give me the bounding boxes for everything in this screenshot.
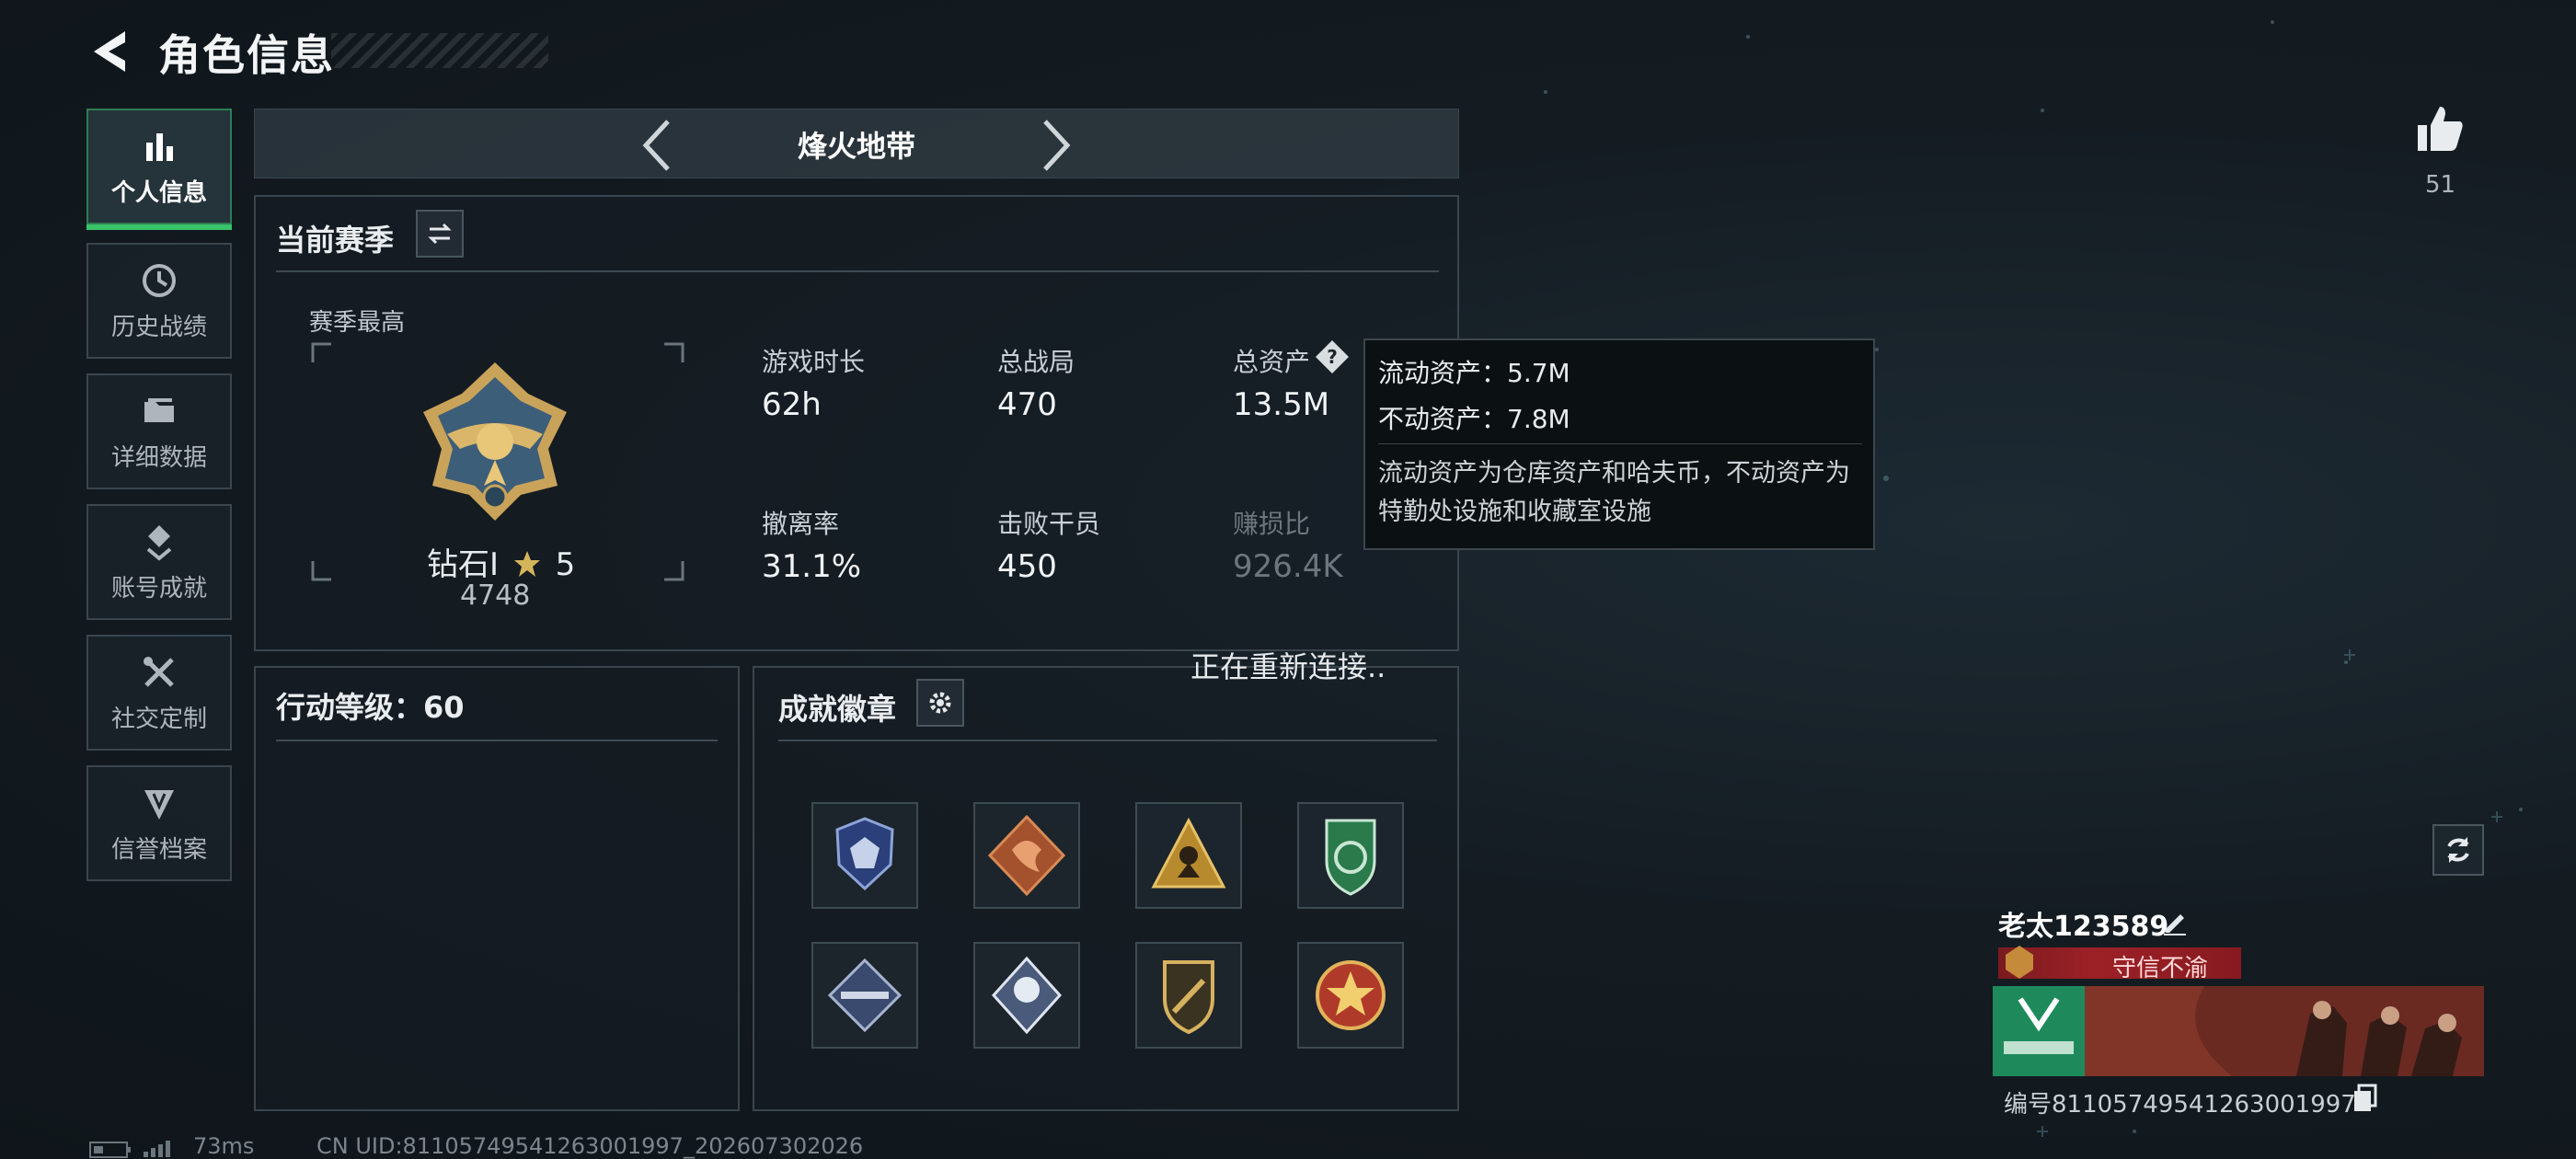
nav-item-detailed-data[interactable]: 详细数据	[86, 373, 232, 489]
nav-item-label: 个人信息	[110, 178, 207, 207]
red-star-badge-icon	[1316, 960, 1386, 1030]
nav-item-personal-info[interactable]: 个人信息	[86, 109, 232, 230]
player-banner-image	[1993, 986, 2484, 1076]
player-title: 守信不渝	[2112, 955, 2209, 982]
edit-pencil-icon[interactable]	[2160, 907, 2190, 936]
stat-label-extraction-rate: 撤离率	[762, 509, 840, 539]
badge-slot[interactable]	[973, 802, 1080, 909]
stat-value-total-matches: 470	[997, 386, 1057, 423]
uid-text: CN UID:811057495412630019​97_20260730202…	[316, 1133, 864, 1159]
player-name: 老太123589	[1998, 911, 2169, 943]
switch-season-button[interactable]	[416, 210, 464, 258]
action-level-title: 行动等级：60	[276, 690, 465, 725]
nav-item-label: 账号成就	[110, 574, 207, 602]
refresh-icon	[2447, 837, 2469, 863]
tooltip-liquid-assets: 流动资产：5.7M	[1378, 358, 1570, 388]
rifle-badge-icon	[827, 958, 903, 1033]
stat-value-profit-ratio: 926.4K	[1233, 548, 1343, 585]
achievement-icon	[146, 524, 172, 561]
badge-slot[interactable]	[811, 942, 918, 1049]
history-icon	[143, 263, 176, 297]
stat-label-kills: 击败干员	[997, 509, 1101, 539]
diamond-rank-emblem-icon	[423, 362, 567, 521]
season-title: 当前赛季	[276, 223, 395, 258]
star-icon	[513, 551, 540, 577]
badge-slot[interactable]	[1297, 802, 1404, 909]
reconnecting-status: 正在重新连接..	[1190, 649, 1386, 684]
back-arrow-icon[interactable]	[85, 26, 136, 77]
divider	[778, 740, 1437, 741]
silver-diamond-badge-icon	[991, 956, 1063, 1035]
title-emblem-icon	[2006, 946, 2033, 979]
thumbs-up-icon[interactable]	[2412, 101, 2467, 156]
navy-shield-badge-icon	[835, 817, 894, 891]
stat-value-kills: 450	[997, 548, 1057, 585]
badges-title: 成就徽章	[778, 692, 897, 727]
folder-icon	[144, 397, 174, 422]
badge-slot[interactable]	[1297, 942, 1404, 1049]
badge-settings-button[interactable]	[916, 679, 964, 727]
copy-icon[interactable]	[2352, 1084, 2379, 1113]
stat-label-total-matches: 总战局	[997, 347, 1075, 377]
stat-label-total-assets: 总资产	[1233, 347, 1311, 377]
rank-score: 4748	[460, 580, 531, 612]
rank-tier: 钻石Ⅰ	[427, 546, 500, 583]
nav-item-label: 信誉档案	[110, 835, 207, 864]
like-count: 51	[2425, 171, 2456, 199]
bronze-dragon-badge-icon	[987, 814, 1066, 897]
gold-soldier-badge-icon	[1151, 817, 1226, 889]
mode-title: 烽火地带	[797, 129, 915, 164]
divider	[276, 270, 1439, 272]
nav-item-achievements[interactable]: 账号成就	[86, 504, 232, 620]
ping-text: 73ms	[193, 1133, 255, 1159]
tooltip-description: 流动资产为仓库资产和哈夫币，不动资产为特勤处设施和收藏室设施	[1378, 459, 1850, 526]
page-title: 角色信息	[158, 30, 335, 80]
tooltip-divider	[1378, 443, 1862, 444]
divider	[276, 740, 718, 741]
nav-item-label: 详细数据	[110, 443, 207, 472]
nav-item-label: 历史战绩	[110, 313, 207, 341]
swap-icon	[428, 223, 452, 245]
green-shield-badge-icon	[1325, 819, 1376, 896]
rank-name: 钻石Ⅰ 5	[427, 539, 575, 584]
stat-value-total-assets: 13.5M	[1233, 386, 1330, 423]
bar-chart-icon	[146, 132, 173, 161]
badge-slot[interactable]	[1135, 802, 1242, 909]
tooltip-fixed-assets: 不动资产：7.8M	[1378, 404, 1570, 434]
tools-icon	[144, 656, 174, 687]
refresh-button[interactable]	[2432, 824, 2484, 876]
nav-item-social[interactable]: 社交定制	[86, 635, 232, 751]
chevron-left-icon[interactable]	[638, 118, 675, 173]
nav-item-credit[interactable]: 信誉档案	[86, 765, 232, 881]
chevron-right-icon[interactable]	[1038, 118, 1075, 173]
season-best-label: 赛季最高	[309, 309, 406, 337]
shield-icon	[144, 789, 174, 820]
rank-stars: 5	[555, 546, 576, 583]
nav-item-label: 社交定制	[110, 705, 207, 733]
title-decoration	[331, 33, 548, 68]
stat-value-extraction-rate: 31.1%	[762, 548, 862, 585]
svg-text:?: ?	[1327, 346, 1338, 368]
nav-item-history[interactable]: 历史战绩	[86, 243, 232, 359]
stat-label-profit-ratio: 赚损比	[1233, 509, 1311, 539]
help-icon[interactable]: ?	[1314, 339, 1351, 375]
battery-signal-icon	[89, 1141, 170, 1158]
badge-slot[interactable]	[811, 802, 918, 909]
gold-knife-badge-icon	[1163, 960, 1214, 1035]
stat-label-playtime: 游戏时长	[762, 347, 866, 377]
badge-slot[interactable]	[1135, 942, 1242, 1049]
stat-value-playtime: 62h	[762, 386, 822, 423]
action-level-panel	[254, 666, 740, 1111]
badge-slot[interactable]	[973, 942, 1080, 1049]
player-id: 编号8110574954126300199​7	[2004, 1091, 2356, 1119]
gear-icon	[929, 692, 951, 714]
